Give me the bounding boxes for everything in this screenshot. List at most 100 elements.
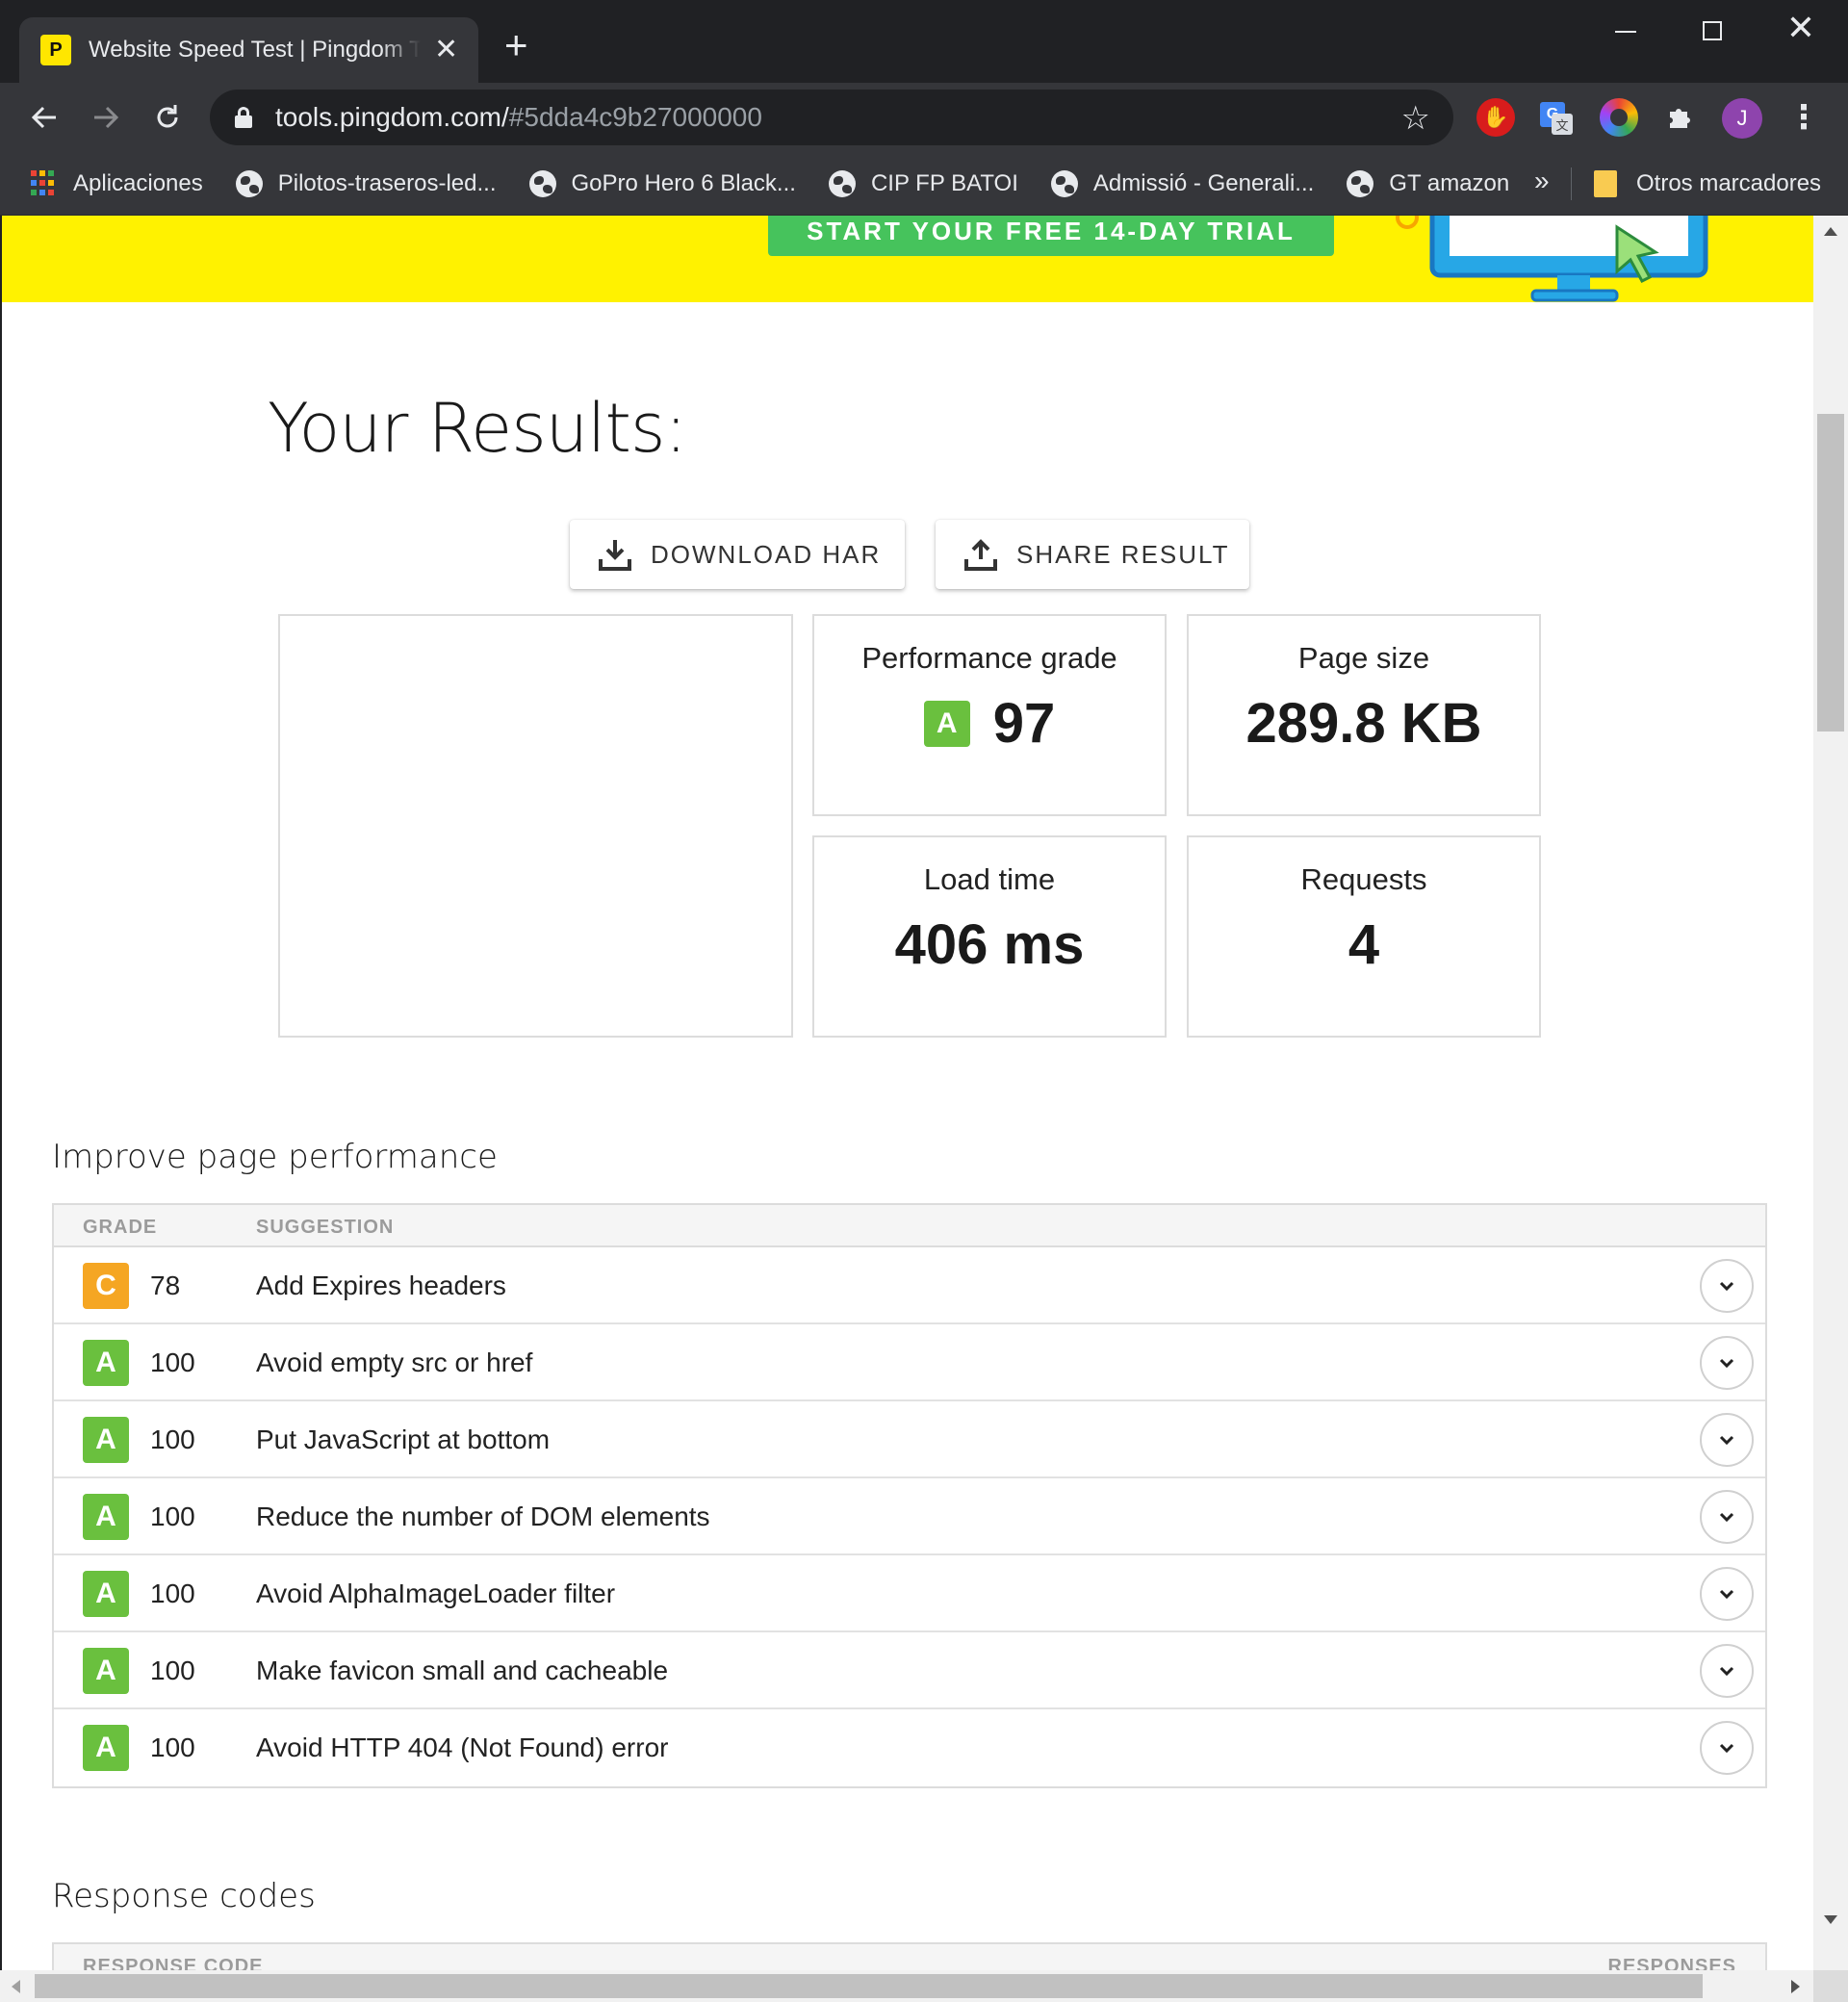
suggestion-text: Avoid empty src or href	[256, 1348, 533, 1377]
expand-row-button[interactable]	[1700, 1336, 1754, 1390]
horizontal-scrollbar[interactable]	[0, 1970, 1813, 2002]
more-bookmarks-button[interactable]: »	[1534, 166, 1550, 196]
table-row[interactable]: A 100 Avoid HTTP 404 (Not Found) error	[54, 1709, 1765, 1786]
maximize-window-icon[interactable]	[1669, 12, 1756, 48]
grade-badge: A	[83, 1417, 129, 1463]
suggestion-text: Put JavaScript at bottom	[256, 1424, 551, 1454]
reload-icon[interactable]	[139, 83, 196, 152]
response-codes-table: RESPONSE CODE RESPONSES	[52, 1942, 1767, 1970]
download-har-label: DOWNLOAD HAR	[651, 539, 882, 569]
grade-score: 78	[150, 1270, 181, 1300]
globe-icon	[1050, 169, 1078, 197]
bookmarks-divider	[1571, 167, 1572, 200]
results-title: Your Results:	[268, 389, 687, 468]
grade-badge: A	[83, 1648, 129, 1694]
bookmark-gt-amazon[interactable]: GT amazon	[1347, 169, 1510, 197]
browser-menu-icon[interactable]: ⋮	[1784, 98, 1823, 137]
horizontal-scrollbar-thumb[interactable]	[35, 1974, 1703, 1998]
other-bookmarks-label: Otros marcadores	[1636, 170, 1822, 196]
address-bar[interactable]: tools.pingdom.com/#5dda4c9b27000000 ☆	[210, 90, 1453, 145]
response-code-column-header: RESPONSE CODE	[83, 1956, 264, 1970]
table-row[interactable]: A 100 Put JavaScript at bottom	[54, 1401, 1765, 1478]
vertical-scrollbar[interactable]	[1813, 216, 1848, 1970]
bookmark-label: GT amazon	[1389, 169, 1510, 196]
page-size-label: Page size	[1297, 641, 1430, 675]
url-host: tools.pingdom.com/	[275, 102, 509, 132]
expand-row-button[interactable]	[1700, 1413, 1754, 1467]
grade-column-header: GRADE	[83, 1217, 158, 1238]
expand-row-button[interactable]	[1700, 1490, 1754, 1544]
promo-banner: START YOUR FREE 14-DAY TRIAL	[2, 216, 1813, 302]
table-row[interactable]: A 100 Reduce the number of DOM elements	[54, 1478, 1765, 1555]
apps-grid-icon	[31, 169, 58, 197]
other-bookmarks-folder[interactable]: Otros marcadores	[1594, 152, 1821, 216]
scroll-down-arrow-icon[interactable]	[1824, 1915, 1837, 1924]
tab-close-icon[interactable]: ✕	[434, 36, 458, 64]
profile-avatar[interactable]: J	[1722, 98, 1762, 139]
expand-row-button[interactable]	[1700, 1567, 1754, 1621]
requests-label: Requests	[1300, 862, 1427, 896]
google-translate-icon[interactable]: G文	[1538, 98, 1577, 137]
chevron-down-icon	[1719, 1743, 1734, 1754]
title-bar: P Website Speed Test | Pingdom Tools ✕ +…	[0, 0, 1848, 83]
globe-icon	[828, 169, 856, 197]
scroll-up-arrow-icon[interactable]	[1824, 227, 1837, 236]
chevron-down-icon	[1719, 1281, 1734, 1292]
adblock-hand-icon[interactable]: ✋	[1476, 98, 1515, 137]
scroll-left-arrow-icon[interactable]	[12, 1980, 20, 1993]
share-upload-icon	[964, 539, 997, 571]
free-trial-button[interactable]: START YOUR FREE 14-DAY TRIAL	[768, 216, 1334, 256]
table-row[interactable]: A 100 Avoid empty src or href	[54, 1324, 1765, 1401]
suggestion-text: Reduce the number of DOM elements	[256, 1502, 710, 1531]
share-result-button[interactable]: SHARE RESULT	[936, 520, 1249, 589]
bookmark-aplicaciones[interactable]: Aplicaciones	[31, 169, 203, 197]
close-window-icon[interactable]: ✕	[1758, 8, 1844, 48]
performance-grade-card: Performance grade A 97	[812, 614, 1167, 816]
forward-arrow-icon[interactable]	[77, 83, 135, 152]
browser-toolbar: tools.pingdom.com/#5dda4c9b27000000 ☆ ✋ …	[0, 83, 1848, 152]
improve-performance-title: Improve page performance	[52, 1138, 498, 1176]
share-result-label: SHARE RESULT	[1016, 539, 1230, 569]
suggestion-text: Add Expires headers	[256, 1270, 506, 1300]
bookmark-admissio[interactable]: Admissió - Generali...	[1050, 169, 1314, 197]
table-row[interactable]: C 78 Add Expires headers	[54, 1247, 1765, 1324]
vertical-scrollbar-thumb[interactable]	[1817, 414, 1844, 732]
performance-grade-badge: A	[923, 700, 970, 747]
bookmarks-bar: Aplicaciones Pilotos-traseros-led... GoP…	[0, 152, 1848, 216]
pingdom-favicon-icon: P	[40, 35, 71, 65]
grade-badge: A	[83, 1494, 129, 1540]
lock-icon[interactable]	[235, 107, 252, 128]
table-row[interactable]: A 100 Make favicon small and cacheable	[54, 1632, 1765, 1709]
color-picker-extension-icon[interactable]	[1600, 98, 1638, 137]
expand-row-button[interactable]	[1700, 1259, 1754, 1313]
folder-icon	[1594, 170, 1617, 197]
extensions-puzzle-icon[interactable]	[1661, 98, 1700, 137]
url-path: #5dda4c9b27000000	[508, 102, 762, 132]
bookmark-star-icon[interactable]: ☆	[1401, 99, 1430, 138]
load-time-card: Load time 406 ms	[812, 835, 1167, 1038]
expand-row-button[interactable]	[1700, 1721, 1754, 1775]
bookmark-pilotos[interactable]: Pilotos-traseros-led...	[235, 169, 497, 197]
download-har-button[interactable]: DOWNLOAD HAR	[570, 520, 905, 589]
suggestions-table-header: GRADE SUGGESTION	[54, 1205, 1765, 1247]
grade-score: 100	[150, 1424, 195, 1454]
bookmark-cip-fp-batoi[interactable]: CIP FP BATOI	[828, 169, 1018, 197]
grade-score: 100	[150, 1502, 195, 1531]
url-text[interactable]: tools.pingdom.com/#5dda4c9b27000000	[275, 102, 762, 133]
minimize-window-icon[interactable]	[1582, 6, 1669, 40]
download-icon	[599, 540, 631, 571]
back-arrow-icon[interactable]	[15, 83, 73, 152]
bookmark-gopro[interactable]: GoPro Hero 6 Black...	[528, 169, 796, 197]
grade-score: 100	[150, 1656, 195, 1685]
page-viewport: START YOUR FREE 14-DAY TRIAL Your Result…	[0, 216, 1813, 1970]
suggestion-text: Make favicon small and cacheable	[256, 1656, 669, 1685]
suggestion-column-header: SUGGESTION	[256, 1217, 395, 1238]
grade-badge: A	[83, 1571, 129, 1617]
table-row[interactable]: A 100 Avoid AlphaImageLoader filter	[54, 1555, 1765, 1632]
monitor-illustration-icon	[1396, 216, 1708, 302]
chevron-down-icon	[1719, 1358, 1734, 1369]
scroll-right-arrow-icon[interactable]	[1791, 1980, 1800, 1993]
browser-tab[interactable]: P Website Speed Test | Pingdom Tools ✕	[19, 17, 478, 83]
new-tab-icon[interactable]: +	[504, 25, 528, 65]
expand-row-button[interactable]	[1700, 1644, 1754, 1698]
